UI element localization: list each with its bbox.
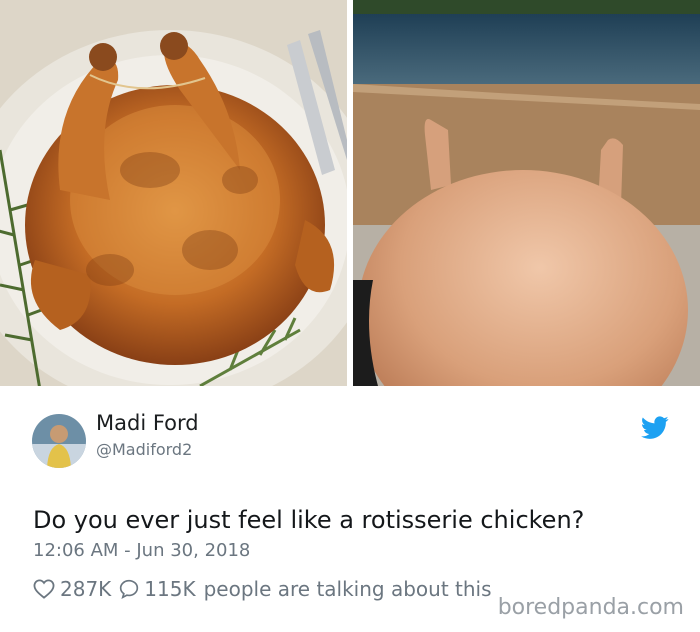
tweet-timestamp[interactable]: 12:06 AM - Jun 30, 2018 xyxy=(33,540,250,561)
avatar[interactable] xyxy=(32,414,86,468)
like-count[interactable]: 287K xyxy=(60,577,111,601)
photo-rotisserie-chicken xyxy=(0,0,347,386)
talking-label[interactable]: people are talking about this xyxy=(204,577,492,601)
chicken-illustration xyxy=(0,0,347,386)
source-watermark: boredpanda.com xyxy=(497,595,684,620)
tweet-engagement: 287K 115K people are talking about this xyxy=(33,577,492,601)
heart-icon[interactable] xyxy=(33,579,55,599)
tweet-author-name[interactable]: Madi Ford xyxy=(96,411,199,435)
photo-beach-belly xyxy=(353,0,700,386)
twitter-bird-icon[interactable] xyxy=(641,416,669,440)
beach-illustration xyxy=(353,0,700,386)
reply-count[interactable]: 115K xyxy=(144,577,195,601)
tweet-author-handle[interactable]: @Madiford2 xyxy=(96,440,192,459)
avatar-image xyxy=(32,414,86,468)
tweet-text: Do you ever just feel like a rotisserie … xyxy=(33,506,585,534)
speech-bubble-icon[interactable] xyxy=(119,579,139,599)
image-collage xyxy=(0,0,700,386)
